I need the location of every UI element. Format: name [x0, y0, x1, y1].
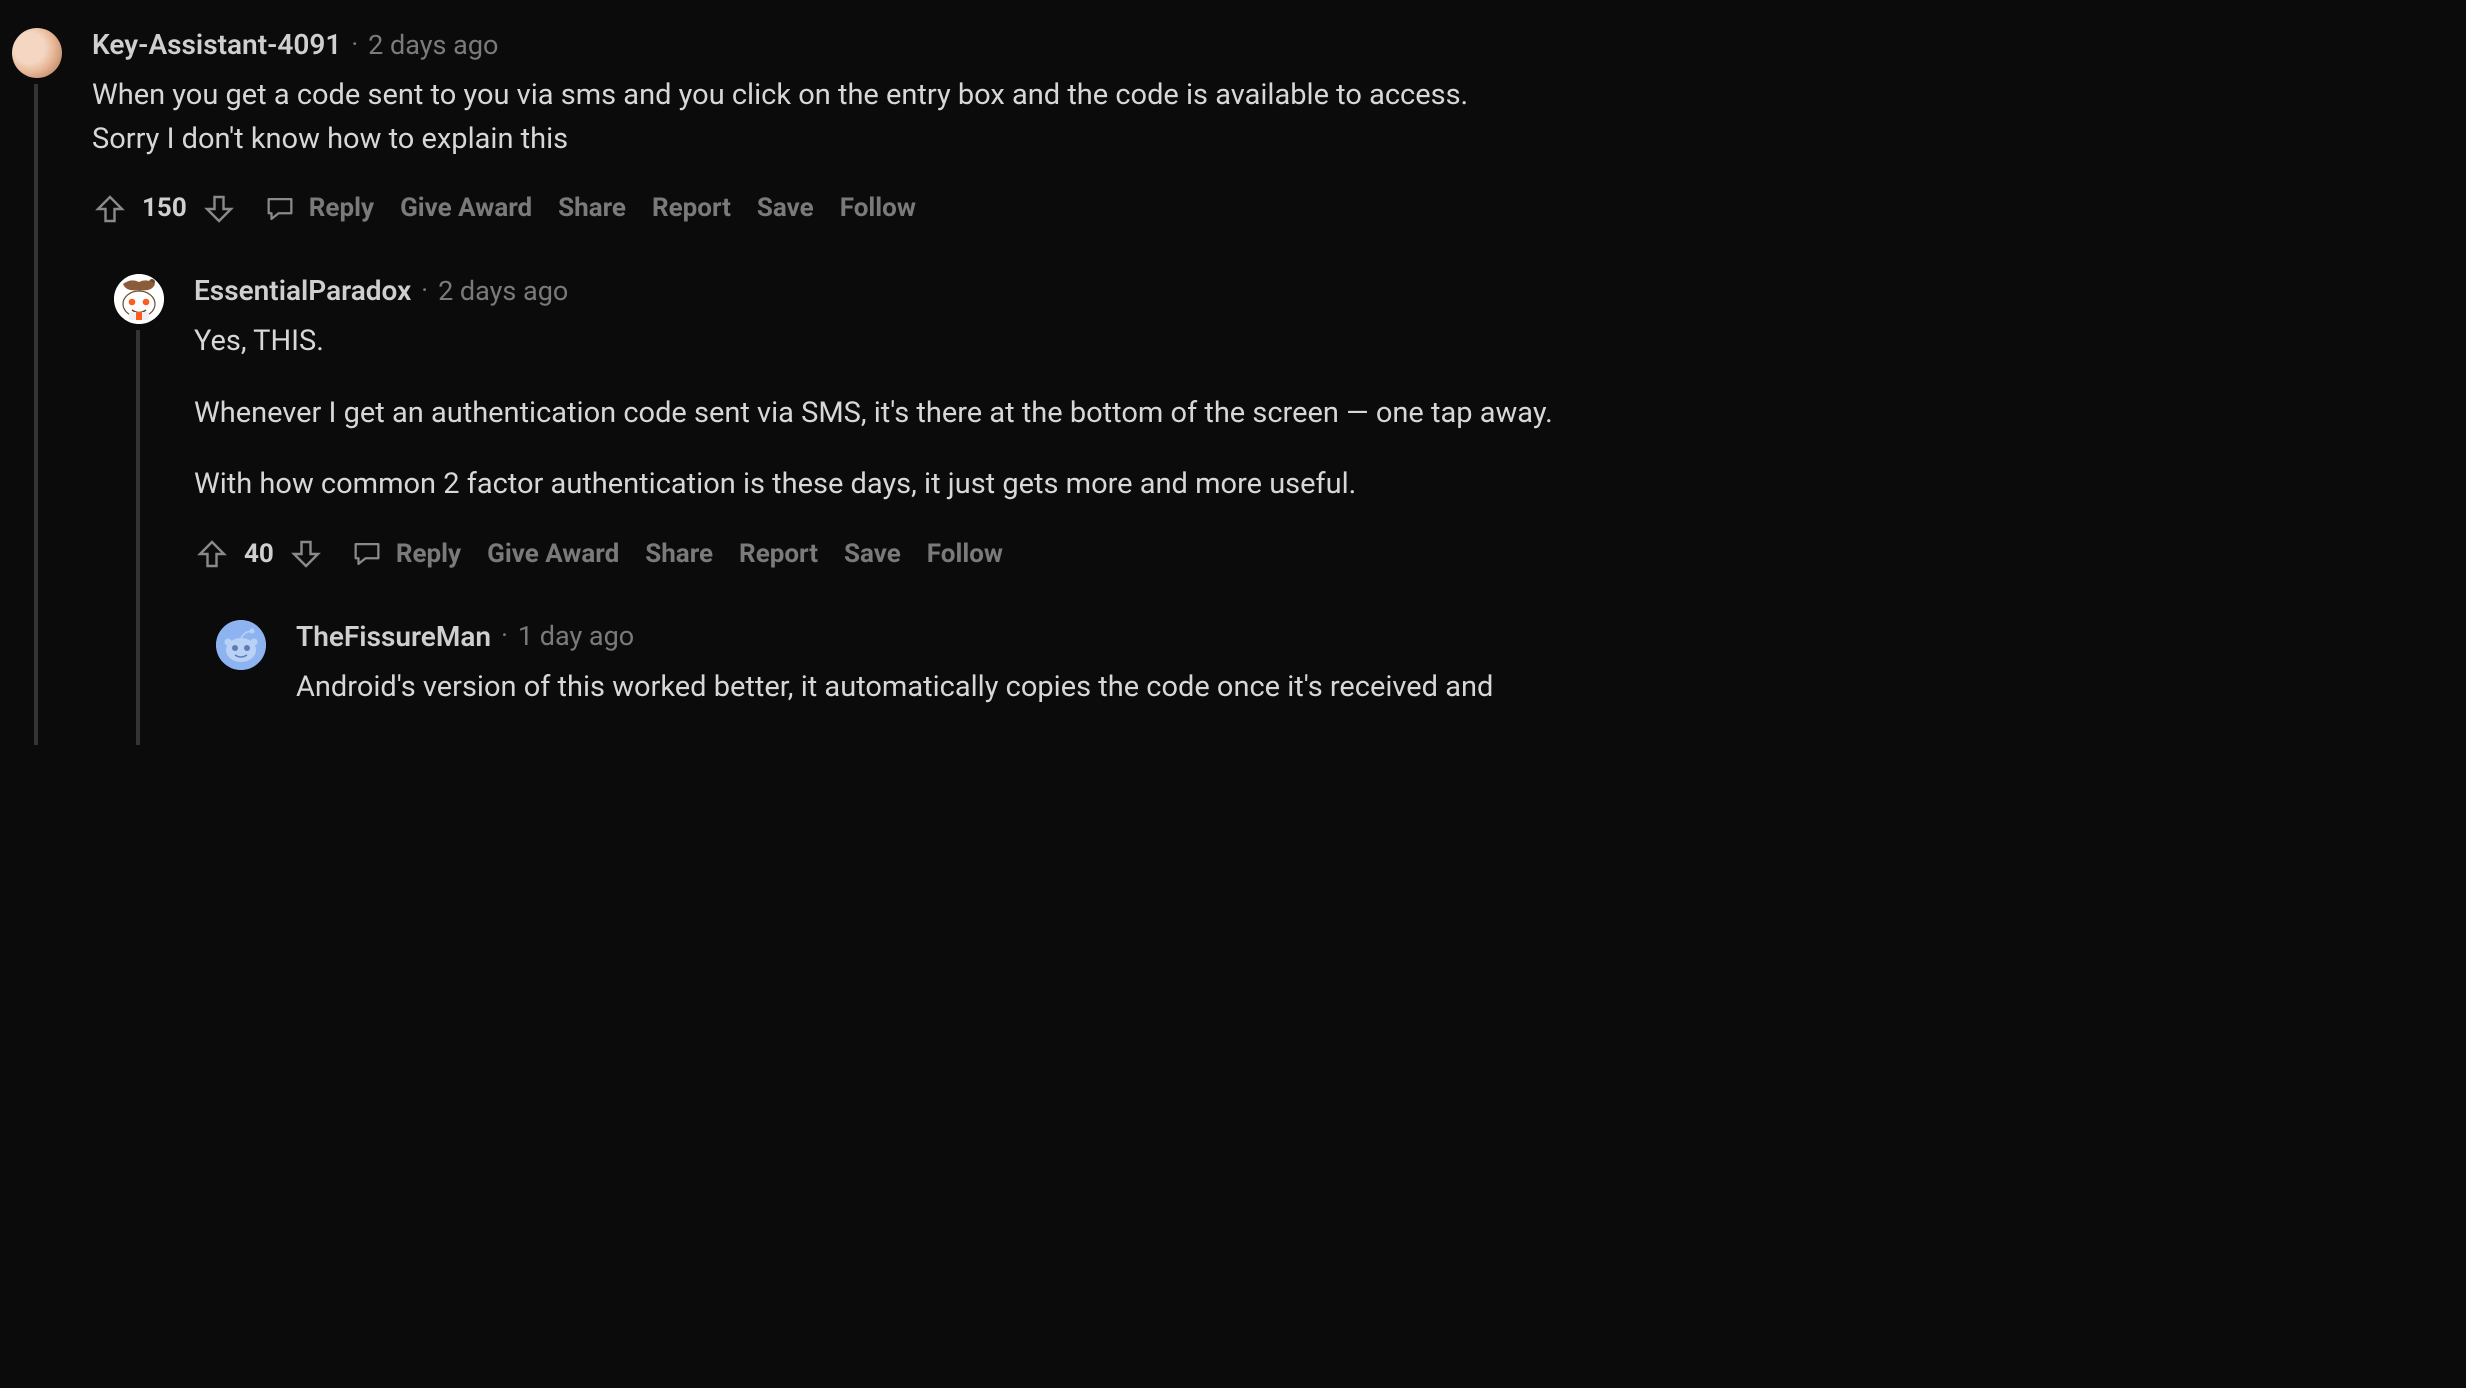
timestamp: 1 day ago — [518, 616, 634, 657]
comment-text: Android's version of this worked better,… — [296, 666, 1676, 710]
separator-dot: · — [421, 272, 428, 311]
save-button[interactable]: Save — [757, 189, 814, 228]
avatar[interactable] — [12, 28, 62, 78]
comment-actions: 150 Reply Give Award Share Report Save F… — [92, 189, 2446, 228]
comment-body: When you get a code sent to you via sms … — [92, 74, 1472, 161]
report-button[interactable]: Report — [652, 189, 731, 228]
username-link[interactable]: Key-Assistant-4091 — [92, 24, 341, 66]
comment-header: TheFissureMan · 1 day ago — [296, 616, 2446, 658]
comment-actions: 40 Reply Give Award Share — [194, 535, 2446, 574]
reply-button[interactable]: Reply — [350, 535, 461, 574]
avatar[interactable] — [216, 620, 266, 670]
comment-header: Key-Assistant-4091 · 2 days ago — [92, 24, 2446, 66]
avatar[interactable] — [114, 274, 164, 324]
reply-button[interactable]: Reply — [263, 189, 374, 228]
report-button[interactable]: Report — [739, 535, 818, 574]
give-award-button[interactable]: Give Award — [487, 535, 619, 574]
comment-body: Yes, THIS. Whenever I get an authenticat… — [194, 320, 1574, 507]
comment-header: EssentialParadox · 2 days ago — [194, 270, 2446, 312]
upvote-icon[interactable] — [194, 536, 230, 572]
reply-label: Reply — [396, 535, 461, 574]
follow-button[interactable]: Follow — [927, 535, 1003, 574]
separator-dot: · — [351, 26, 358, 65]
thread-line[interactable] — [136, 330, 140, 745]
comment: Key-Assistant-4091 · 2 days ago When you… — [34, 24, 2446, 709]
comment-text: When you get a code sent to you via sms … — [92, 74, 1472, 161]
vote-group: 150 — [92, 189, 237, 228]
username-link[interactable]: EssentialParadox — [194, 270, 411, 312]
separator-dot: · — [501, 617, 508, 656]
downvote-icon[interactable] — [288, 536, 324, 572]
downvote-icon[interactable] — [201, 191, 237, 227]
comment-text: Whenever I get an authentication code se… — [194, 392, 1574, 436]
comment-body: Android's version of this worked better,… — [296, 666, 1676, 710]
speech-bubble-icon — [350, 537, 384, 571]
timestamp: 2 days ago — [438, 271, 568, 312]
comment-text: Yes, THIS. — [194, 320, 1574, 364]
save-button[interactable]: Save — [844, 535, 901, 574]
vote-score: 150 — [142, 189, 187, 228]
follow-button[interactable]: Follow — [840, 189, 916, 228]
vote-score: 40 — [244, 535, 274, 574]
timestamp: 2 days ago — [368, 25, 498, 66]
username-link[interactable]: TheFissureMan — [296, 616, 491, 658]
vote-group: 40 — [194, 535, 324, 574]
share-button[interactable]: Share — [645, 535, 713, 574]
reply-label: Reply — [309, 189, 374, 228]
speech-bubble-icon — [263, 192, 297, 226]
comment: EssentialParadox · 2 days ago Yes, THIS.… — [136, 270, 2446, 709]
comment-text: With how common 2 factor authentication … — [194, 463, 1574, 507]
upvote-icon[interactable] — [92, 191, 128, 227]
thread-line[interactable] — [34, 84, 38, 745]
comment: TheFissureMan · 1 day ago Android's vers… — [238, 616, 2446, 710]
share-button[interactable]: Share — [558, 189, 626, 228]
comment-thread: Key-Assistant-4091 · 2 days ago When you… — [0, 0, 2466, 1388]
give-award-button[interactable]: Give Award — [400, 189, 532, 228]
